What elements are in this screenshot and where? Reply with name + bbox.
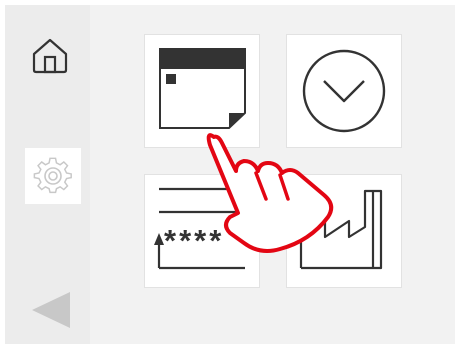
gear-icon bbox=[33, 157, 72, 194]
settings-button[interactable] bbox=[25, 148, 81, 204]
home-button[interactable] bbox=[25, 30, 75, 80]
tap-hand-icon bbox=[206, 133, 334, 253]
back-arrow-icon bbox=[32, 292, 70, 328]
home-icon bbox=[32, 38, 68, 74]
back-button[interactable] bbox=[28, 290, 72, 330]
